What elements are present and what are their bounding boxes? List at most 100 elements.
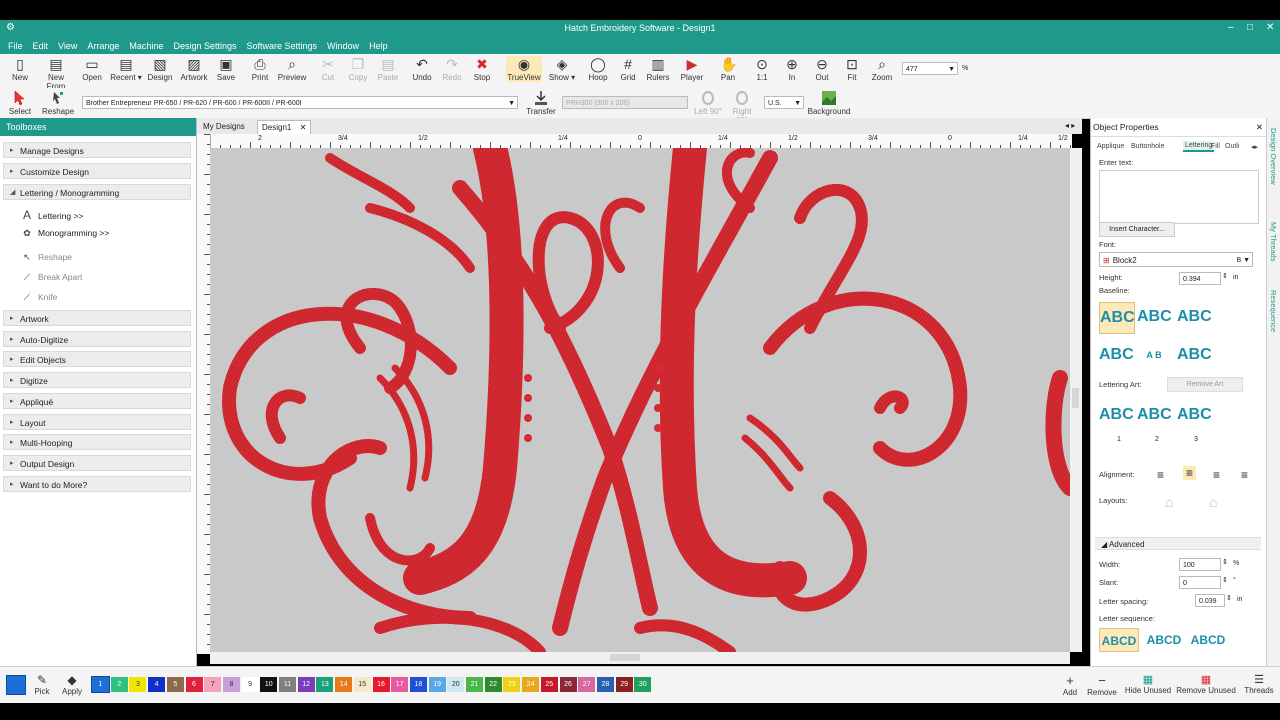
align-center-icon[interactable]: ≡ [1183, 466, 1197, 480]
thread-swatch-22[interactable]: 22 [484, 677, 502, 692]
toolbox-group-want-to-do-more-[interactable]: ▸ Want to do More? [3, 475, 191, 492]
remove-thread-button[interactable]: − Remove [1086, 673, 1118, 697]
toolbox-item-break-apart[interactable]: ⟋ Break Apart [20, 272, 83, 283]
player-button[interactable]: ▶ Player [676, 56, 708, 82]
resequence-tab[interactable]: Resequence [1269, 290, 1278, 332]
thread-swatch-8[interactable]: 8 [222, 677, 240, 692]
align-left-icon[interactable]: ≡ [1157, 468, 1164, 482]
toolbox-item-monogram[interactable]: ✿ Monogramming >> [20, 228, 109, 239]
baseline-arc-option[interactable]: ABC [1137, 302, 1172, 332]
thread-swatch-28[interactable]: 28 [596, 677, 614, 692]
tab-buttonhole[interactable]: Buttonhole [1131, 143, 1164, 150]
my-threads-tab[interactable]: My Threads [1269, 222, 1278, 261]
hide-unused-button[interactable]: ▦ Hide Unused [1124, 673, 1172, 695]
zoom-level-input[interactable]: 477 ▼ [902, 62, 958, 75]
horizontal-scrollbar[interactable] [210, 652, 1070, 664]
tab-outline[interactable]: Outli [1225, 143, 1239, 150]
close-panel-icon[interactable]: ✕ [1256, 118, 1263, 136]
menu-file[interactable]: File [0, 38, 28, 51]
layout-2-icon[interactable]: ⌂ [1209, 494, 1217, 510]
toolbox-group-lettering-monogramming[interactable]: ◢ Lettering / Monogramming [3, 184, 191, 200]
thread-swatch-14[interactable]: 14 [335, 677, 353, 692]
menu-help[interactable]: Help [364, 38, 393, 51]
toolbox-group-layout[interactable]: ▸ Layout [3, 413, 191, 430]
thread-swatch-7[interactable]: 7 [204, 677, 222, 692]
close-window-icon[interactable]: ✕ [1266, 22, 1274, 33]
select-button[interactable]: Select [4, 90, 36, 116]
width-spinner[interactable]: ⇕ [1222, 558, 1228, 566]
tab-lettering[interactable]: Lettering [1183, 141, 1215, 152]
sequence-left-right[interactable]: ABCD [1099, 628, 1139, 652]
slant-spinner[interactable]: ⇕ [1222, 576, 1228, 584]
thread-swatch-30[interactable]: 30 [634, 677, 652, 692]
tabs-scroll-icon[interactable]: ◂▸ [1251, 143, 1258, 151]
menu-view[interactable]: View [53, 38, 82, 51]
baseline-circle-option[interactable]: ABC [1177, 302, 1212, 332]
thread-swatch-25[interactable]: 25 [540, 677, 558, 692]
menu-window[interactable]: Window [322, 38, 364, 51]
thread-swatch-9[interactable]: 9 [241, 677, 259, 692]
slant-input[interactable]: 0 [1179, 576, 1221, 589]
copy-button[interactable]: ❐ Copy [342, 56, 374, 82]
menu-arrange[interactable]: Arrange [82, 38, 124, 51]
tab-design1[interactable]: Design1 ✕ [257, 120, 312, 134]
menu-design-settings[interactable]: Design Settings [168, 38, 241, 51]
toolbox-group-customize-design[interactable]: ▸ Customize Design [3, 163, 191, 179]
thread-swatch-17[interactable]: 17 [391, 677, 409, 692]
letter-spacing-spinner[interactable]: ⇕ [1226, 594, 1232, 602]
toolbox-group-digitize[interactable]: ▸ Digitize [3, 372, 191, 389]
artwork-button[interactable]: ▨ Artwork [178, 56, 210, 82]
vertical-scroll-thumb[interactable] [1072, 388, 1079, 408]
zoom-in-button[interactable]: ⊕ In [776, 56, 808, 82]
thread-swatch-18[interactable]: 18 [409, 677, 427, 692]
design-overview-tab[interactable]: Design Overview [1269, 128, 1278, 185]
toolbox-item-knife[interactable]: ⟋ Knife [20, 292, 58, 303]
font-select[interactable]: ⊞ Block2 B ▼ [1099, 252, 1253, 267]
baseline-vertical-option[interactable]: A B [1137, 340, 1171, 370]
transfer-button[interactable]: Transfer [524, 90, 558, 116]
tab-scroll-icon[interactable]: ◂ ▸ [1065, 121, 1075, 130]
thread-swatch-10[interactable]: 10 [260, 677, 278, 692]
maximize-icon[interactable]: □ [1247, 22, 1253, 33]
letter-spacing-input[interactable]: 0.039 [1195, 594, 1225, 607]
advanced-section-toggle[interactable]: ◢ Advanced [1095, 537, 1261, 550]
paste-button[interactable]: ▤ Paste [372, 56, 404, 82]
grid-button[interactable]: # Grid [612, 56, 644, 82]
thread-swatch-16[interactable]: 16 [372, 677, 390, 692]
thread-swatch-15[interactable]: 15 [353, 677, 371, 692]
thread-swatch-24[interactable]: 24 [522, 677, 540, 692]
insert-character-button[interactable]: Insert Character... [1099, 222, 1175, 237]
lettering-text-input[interactable] [1099, 170, 1259, 224]
lettering-art-1[interactable]: ABC [1099, 400, 1134, 430]
width-input[interactable]: 100 [1179, 558, 1221, 571]
pick-button[interactable]: ✎ Pick [32, 673, 52, 696]
minimize-icon[interactable]: – [1228, 22, 1234, 33]
undo-button[interactable]: ↶ Undo [406, 56, 438, 82]
remove-art-button[interactable]: Remove Art [1167, 377, 1243, 392]
current-color-icon[interactable] [6, 675, 26, 695]
toolbox-group-appliqu-[interactable]: ▸ Appliqué [3, 392, 191, 409]
zoom-out-button[interactable]: ⊖ Out [806, 56, 838, 82]
toolbox-group-artwork[interactable]: ▸ Artwork [3, 310, 191, 326]
align-justify-icon[interactable]: ≡ [1241, 468, 1248, 482]
remove-unused-button[interactable]: ▦ Remove Unused [1176, 673, 1236, 695]
hoop-select[interactable]: PRH300 (300 x 200) [562, 96, 688, 109]
pan-button[interactable]: ✋ Pan [712, 56, 744, 82]
thread-swatch-29[interactable]: 29 [615, 677, 633, 692]
tab-my-designs[interactable]: My Designs [199, 120, 249, 133]
background-button[interactable]: Background [806, 90, 852, 116]
thread-swatch-27[interactable]: 27 [578, 677, 596, 692]
baseline-free-option[interactable]: ABC [1099, 340, 1134, 370]
menu-edit[interactable]: Edit [28, 38, 54, 51]
lettering-art-2[interactable]: ABC [1137, 400, 1172, 430]
toolbox-group-output-design[interactable]: ▸ Output Design [3, 454, 191, 471]
sequence-right-left[interactable]: ABCD [1189, 628, 1227, 650]
rulers-button[interactable]: ▥ Rulers [642, 56, 674, 82]
thread-swatch-6[interactable]: 6 [185, 677, 203, 692]
trueview-button[interactable]: ◉ TrueView [506, 56, 542, 82]
apply-button[interactable]: ◆ Apply [60, 673, 84, 696]
thread-swatch-2[interactable]: 2 [110, 677, 128, 692]
thread-swatch-3[interactable]: 3 [129, 677, 147, 692]
units-select[interactable]: U.S. ▼ [764, 96, 804, 109]
show-button[interactable]: ◈ Show ▾ [546, 56, 578, 82]
